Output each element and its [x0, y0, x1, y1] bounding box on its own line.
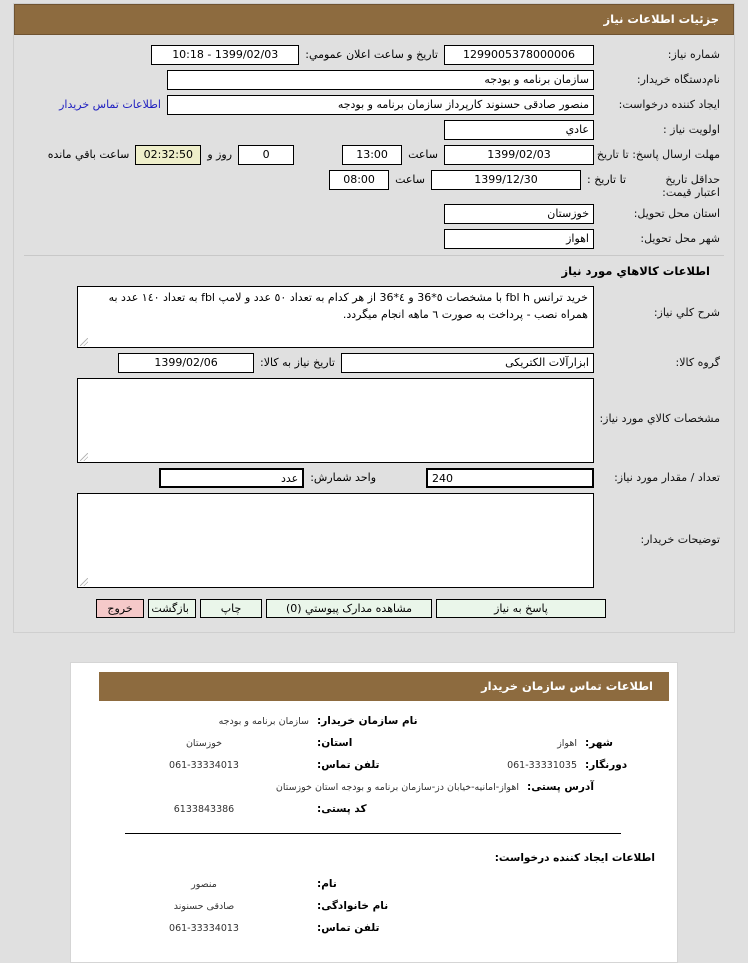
contact-row-address: آدرس پستی: اهواز-امانیه-خیابان دز-سازمان…	[99, 781, 655, 793]
days-remaining-field: 0	[238, 145, 295, 165]
requester-row-firstname: نام: منصور	[99, 878, 655, 890]
unit-field[interactable]: عدد	[159, 468, 305, 488]
need-details-body: شماره نیاز: 1299005378000006 تاریخ و ساع…	[14, 35, 734, 632]
contact-address-label: آدرس پستی:	[527, 781, 594, 793]
requester-row-lastname: نام خانوادگی: صادقی حسنوند	[99, 900, 655, 912]
specs-label: مشخصات کالاي مورد نیاز:	[599, 412, 720, 425]
unit-label: واحد شمارش:	[310, 471, 376, 484]
announce-label: تاریخ و ساعت اعلان عمومي:	[305, 48, 438, 61]
contact-city-label: شهر:	[585, 737, 613, 749]
city-field[interactable]: اهواز	[444, 229, 594, 249]
buyer-notes-textarea[interactable]	[77, 493, 594, 588]
days-remaining-label: روز و	[207, 148, 233, 161]
buyer-contact-link[interactable]: اطلاعات تماس خریدار	[59, 95, 167, 111]
requester-phone-value: 061-33334013	[169, 923, 239, 934]
goods-need-date-field[interactable]: 1399/02/06	[118, 353, 255, 373]
min-validity-hour-label: ساعت	[395, 173, 425, 186]
contact-org-label: نام سازمان خریدار:	[317, 715, 418, 727]
deadline-date-field[interactable]: 1399/02/03	[444, 145, 594, 165]
buyer-notes-label: توضیحات خریدار:	[640, 533, 721, 546]
print-button[interactable]: چاپ	[200, 599, 262, 618]
exit-button[interactable]: خروج	[96, 599, 144, 618]
need-number-field[interactable]: 1299005378000006	[444, 45, 594, 65]
buyer-org-field[interactable]: سازمان برنامه و بودجه	[167, 70, 594, 90]
quantity-label: تعداد / مقدار مورد نیاز:	[614, 471, 720, 484]
goods-group-field[interactable]: ابزارآلات الکتریکی	[341, 353, 594, 373]
respond-button[interactable]: پاسخ به نیاز	[436, 599, 606, 618]
contact-org-value: سازمان برنامه و بودجه	[218, 716, 309, 727]
buyer-contact-panel: اطلاعات تماس سازمان خریدار نام سازمان خر…	[70, 662, 678, 963]
row-creator: ایجاد کننده درخواست: منصور صادقی حسنوند …	[24, 95, 724, 115]
min-validity-label: حداقل تاریخ اعتبار قیمت:	[662, 173, 720, 199]
row-goods-group: گروه کالا: ابزارآلات الکتریکی تاریخ نیاز…	[24, 353, 724, 373]
contact-panel-body: نام سازمان خریدار: سازمان برنامه و بودجه…	[71, 701, 677, 934]
contact-panel-title: اطلاعات تماس سازمان خریدار	[99, 672, 669, 701]
contact-province-label: استان:	[317, 737, 353, 749]
announce-datetime-field[interactable]: 1399/02/03 - 10:18	[151, 45, 300, 65]
page-title: جزئیات اطلاعات نیاز	[14, 4, 734, 35]
row-buyer-notes: توضیحات خریدار:	[24, 493, 724, 588]
row-deadline: مهلت ارسال پاسخ: تا تاریخ : 1399/02/03 س…	[24, 145, 724, 165]
buyer-org-label: نام‌دستگاه خریدار:	[636, 73, 720, 86]
contact-postal-label: کد پستی:	[317, 803, 367, 815]
row-need-number: شماره نیاز: 1299005378000006 تاریخ و ساع…	[24, 45, 724, 65]
row-buyer-org: نام‌دستگاه خریدار: سازمان برنامه و بودجه	[24, 70, 724, 90]
contact-fax-label: دورنگار:	[585, 759, 628, 771]
specs-textarea[interactable]	[77, 378, 594, 463]
province-label: استان محل تحویل:	[633, 207, 720, 220]
priority-field[interactable]: عادي	[444, 120, 594, 140]
contact-fax-value: 061-33331035	[507, 760, 577, 771]
contact-phone-value: 061-33334013	[169, 760, 239, 771]
city-label: شهر محل تحویل:	[640, 232, 720, 245]
province-field[interactable]: خوزستان	[444, 204, 594, 224]
row-province: استان محل تحویل: خوزستان	[24, 204, 724, 224]
requester-lastname-label: نام خانوادگی:	[317, 900, 389, 912]
contact-province-value: خوزستان	[185, 738, 223, 749]
min-validity-to-label: تا تاریخ :	[587, 173, 626, 186]
description-label: شرح کلي نیاز:	[653, 306, 720, 319]
contact-row-province-city: شهر: اهواز استان: خوزستان	[99, 737, 655, 749]
goods-need-date-label: تاریخ نیاز به کالا:	[260, 356, 335, 369]
deadline-hour-label: ساعت	[408, 148, 438, 161]
description-textarea[interactable]: خرید ترانس fbl h با مشخصات ٥*36 و ٤*36 ا…	[77, 286, 594, 348]
countdown-timer-field: 02:32:50	[135, 145, 202, 165]
view-attachments-button[interactable]: مشاهده مدارک پیوستي (0)	[266, 599, 432, 618]
requester-firstname-value: منصور	[191, 879, 217, 890]
contact-row-phone-fax: دورنگار: 061-33331035 تلفن تماس: 061-333…	[99, 759, 655, 771]
requester-phone-label: تلفن تماس:	[317, 922, 380, 934]
time-remaining-label: ساعت باقي مانده	[47, 148, 130, 161]
row-min-validity: حداقل تاریخ اعتبار قیمت: تا تاریخ : 1399…	[24, 170, 724, 199]
contact-postal-value: 6133843386	[173, 804, 235, 815]
creator-label: ایجاد کننده درخواست:	[618, 98, 720, 111]
deadline-label: مهلت ارسال پاسخ: تا تاریخ :	[589, 148, 720, 161]
section-divider	[125, 833, 621, 834]
min-validity-date-field[interactable]: 1399/12/30	[431, 170, 581, 190]
goods-section-title: اطلاعات کالاهاي مورد نیاز	[24, 255, 724, 286]
contact-city-value: اهواز	[557, 738, 577, 749]
contact-phone-label: تلفن تماس:	[317, 759, 380, 771]
requester-firstname-label: نام:	[317, 878, 337, 890]
row-description: شرح کلي نیاز: خرید ترانس fbl h با مشخصات…	[24, 286, 724, 348]
action-buttons: پاسخ به نیاز مشاهده مدارک پیوستي (0) چاپ…	[24, 593, 606, 626]
need-details-panel: جزئیات اطلاعات نیاز شماره نیاز: 12990053…	[13, 3, 735, 633]
requester-row-phone: تلفن تماس: 061-33334013	[99, 922, 655, 934]
row-priority: اولویت نیاز : عادي	[24, 120, 724, 140]
row-quantity: تعداد / مقدار مورد نیاز: 240 واحد شمارش:…	[24, 468, 724, 488]
row-specs: مشخصات کالاي مورد نیاز:	[24, 378, 724, 463]
deadline-hour-field[interactable]: 13:00	[342, 145, 403, 165]
min-validity-hour-field[interactable]: 08:00	[329, 170, 390, 190]
priority-label: اولویت نیاز :	[662, 123, 720, 136]
need-number-label: شماره نیاز:	[667, 48, 720, 61]
contact-row-postal: کد پستی: 6133843386	[99, 803, 655, 815]
back-button[interactable]: بازگشت	[148, 599, 196, 618]
creator-field[interactable]: منصور صادقی حسنوند کارپرداز سازمان برنام…	[167, 95, 594, 115]
requester-lastname-value: صادقی حسنوند	[173, 901, 235, 912]
requester-section-title: اطلاعات ایجاد کننده درخواست:	[494, 852, 655, 864]
goods-group-label: گروه کالا:	[675, 356, 720, 369]
quantity-field[interactable]: 240	[426, 468, 594, 488]
row-city: شهر محل تحویل: اهواز	[24, 229, 724, 249]
contact-row-org: نام سازمان خریدار: سازمان برنامه و بودجه	[99, 715, 655, 727]
contact-address-value: اهواز-امانیه-خیابان دز-سازمان برنامه و ب…	[275, 782, 519, 793]
